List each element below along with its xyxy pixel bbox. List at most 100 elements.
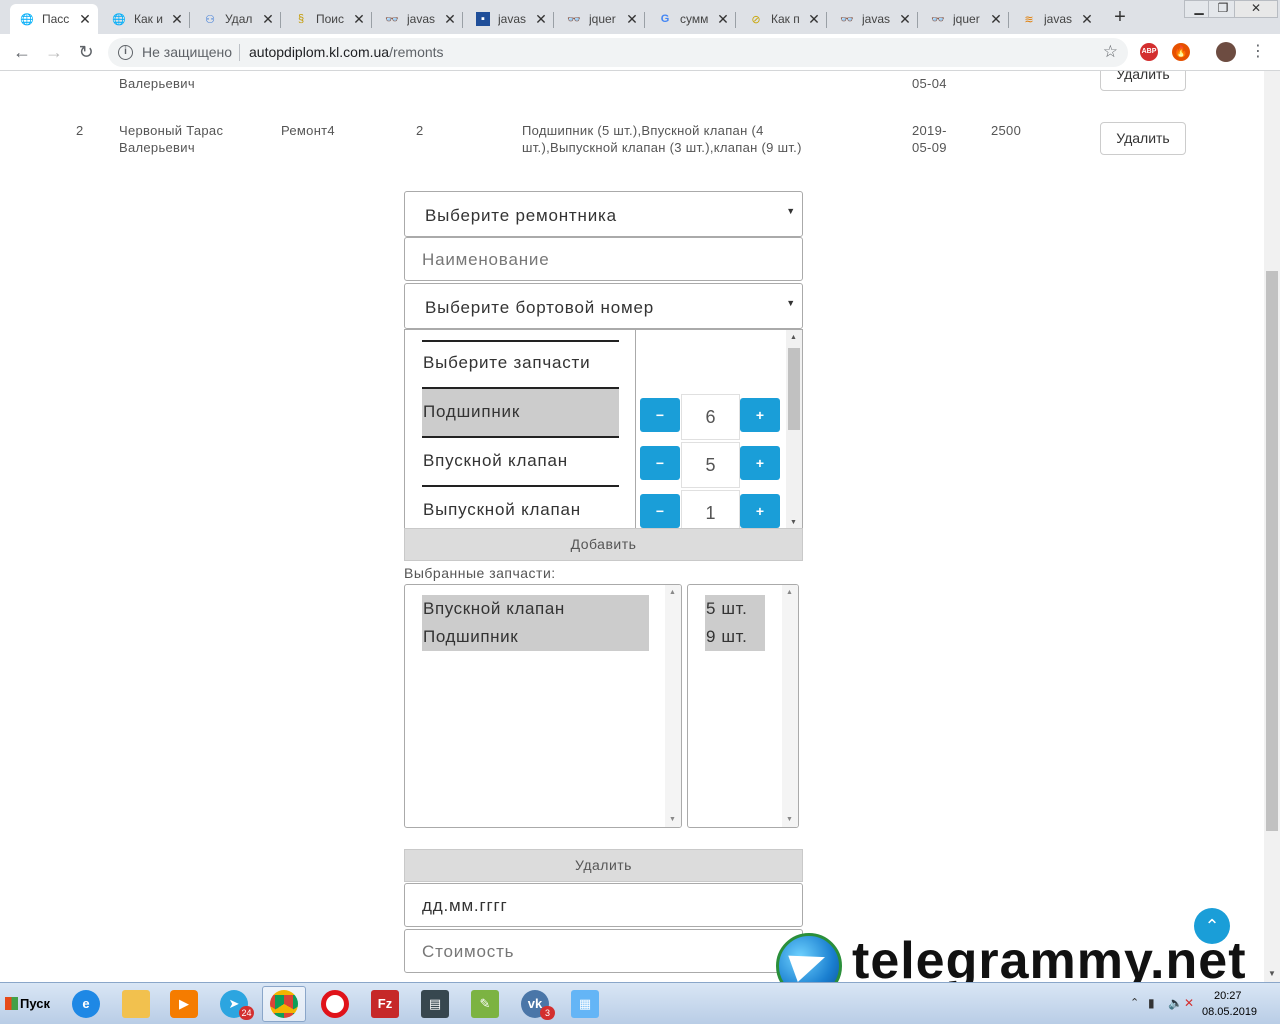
increment-button[interactable]: +	[740, 446, 780, 480]
tab-4[interactable]: § Поис ✕	[284, 4, 372, 34]
selected-parts-listbox[interactable]: Впускной клапан Подшипник ▲ ▼	[404, 584, 682, 828]
signal-icon[interactable]: ▮	[1148, 996, 1155, 1010]
avatar[interactable]	[1216, 42, 1236, 62]
taskbar-app-chrome[interactable]	[262, 986, 306, 1022]
tab-11[interactable]: 👓 jquer ✕	[921, 4, 1009, 34]
taskbar-app-telegram[interactable]: ➤ 24	[212, 986, 256, 1022]
listbox-scrollbar[interactable]: ▲ ▼	[782, 585, 798, 827]
page-scrollbar[interactable]: ▼	[1264, 71, 1280, 982]
scroll-down-icon[interactable]: ▼	[669, 816, 676, 823]
taskbar-app-explorer[interactable]	[114, 986, 158, 1022]
new-tab-button[interactable]: +	[1108, 6, 1132, 30]
panel-scrollbar[interactable]: ▲ ▼	[786, 330, 802, 528]
add-part-button[interactable]: Добавить	[404, 528, 803, 561]
scroll-down-icon[interactable]: ▼	[790, 519, 797, 526]
reload-button[interactable]: ↻	[74, 40, 98, 64]
forward-button[interactable]: →	[42, 40, 66, 64]
start-button[interactable]: Пуск	[2, 989, 54, 1019]
increment-button[interactable]: +	[740, 398, 780, 432]
url-text[interactable]: autopdiplom.kl.com.ua/remonts	[249, 44, 444, 60]
google-icon: G	[660, 13, 670, 25]
listbox-scrollbar[interactable]: ▲ ▼	[665, 585, 681, 827]
taskbar-app-opera[interactable]	[313, 986, 357, 1022]
close-icon[interactable]: ✕	[716, 11, 730, 28]
scroll-up-icon[interactable]: ▲	[786, 589, 793, 596]
quantity-field[interactable]: 1	[681, 490, 740, 528]
tab-5[interactable]: 👓 javas ✕	[375, 4, 463, 34]
name-input[interactable]: Наименование	[404, 237, 803, 281]
tab-1[interactable]: 🌐 Пасс ✕	[10, 4, 98, 34]
close-icon[interactable]: ✕	[352, 11, 366, 28]
part-option-placeholder[interactable]: Выберите запчасти	[422, 340, 619, 389]
cost-input[interactable]: Стоимость	[404, 929, 803, 973]
close-icon[interactable]: ✕	[989, 11, 1003, 28]
scroll-thumb[interactable]	[1266, 271, 1278, 831]
bookmark-star-icon[interactable]: ☆	[1103, 42, 1118, 62]
close-icon[interactable]: ✕	[625, 11, 639, 28]
close-icon[interactable]: ✕	[534, 11, 548, 28]
fire-extension-icon[interactable]: 🔥	[1172, 43, 1190, 61]
quantity-field[interactable]: 5	[681, 442, 740, 488]
tab-2[interactable]: 🌐 Как и ✕	[102, 4, 190, 34]
close-window-button[interactable]: ✕	[1234, 0, 1278, 18]
security-status[interactable]: Не защищено	[142, 44, 232, 60]
decrement-button[interactable]: −	[640, 446, 680, 480]
tab-6[interactable]: ▪ javas ✕	[466, 4, 554, 34]
close-icon[interactable]: ✕	[261, 11, 275, 28]
volume-icon[interactable]: 🔈	[1168, 996, 1183, 1010]
close-icon[interactable]: ✕	[170, 11, 184, 28]
part-option-exhaust-valve[interactable]: Выпускной клапан	[422, 487, 619, 528]
tab-10[interactable]: 👓 javas ✕	[830, 4, 918, 34]
list-item[interactable]: Впускной клапан	[422, 599, 565, 619]
close-icon[interactable]: ✕	[807, 11, 821, 28]
date-input[interactable]: дд.мм.гггг	[404, 883, 803, 927]
remove-part-button[interactable]: Удалить	[404, 849, 803, 882]
delete-row-button[interactable]: Удалить	[1100, 122, 1186, 155]
close-icon[interactable]: ✕	[898, 11, 912, 28]
tab-12[interactable]: ≋ javas ✕	[1012, 4, 1100, 34]
adblock-icon[interactable]: ABP	[1140, 43, 1158, 61]
parts-panel[interactable]: Выберите запчасти Подшипник Впускной кла…	[404, 329, 803, 529]
delete-row-button[interactable]: Удалить	[1100, 71, 1186, 91]
taskbar-app-vk[interactable]: vk 3	[513, 986, 557, 1022]
taskbar-app-notepadpp[interactable]: ✎	[463, 986, 507, 1022]
tab-8[interactable]: G сумм ✕	[648, 4, 736, 34]
scroll-thumb[interactable]	[788, 348, 800, 430]
tray-expand-icon[interactable]: ⌃	[1130, 996, 1139, 1009]
list-item[interactable]: 9 шт.	[705, 627, 747, 647]
menu-icon[interactable]: ⋮	[1246, 40, 1270, 64]
part-option-intake-valve[interactable]: Впускной клапан	[422, 438, 619, 487]
decrement-button[interactable]: −	[640, 398, 680, 432]
address-bar[interactable]: i Не защищено autopdiplom.kl.com.ua/remo…	[108, 38, 1128, 67]
info-icon[interactable]: i	[118, 45, 133, 60]
taskbar-app-filezilla[interactable]: Fz	[363, 986, 407, 1022]
tab-3[interactable]: ⚇ Удал ✕	[193, 4, 281, 34]
scroll-down-icon[interactable]: ▼	[786, 816, 793, 823]
scroll-up-icon[interactable]: ▲	[669, 589, 676, 596]
board-number-select[interactable]: Выберите бортовой номер ▼	[404, 283, 803, 329]
quantity-field[interactable]: 6	[681, 394, 740, 440]
list-item[interactable]: 5 шт.	[705, 599, 747, 619]
taskbar-app-media[interactable]: ▶	[162, 986, 206, 1022]
taskbar-app-ie[interactable]: e	[64, 986, 108, 1022]
repairman-select[interactable]: Выберите ремонтника ▼	[404, 191, 803, 237]
back-button[interactable]: ←	[10, 40, 34, 64]
clock-date[interactable]: 08.05.2019	[1202, 1006, 1257, 1018]
decrement-button[interactable]: −	[640, 494, 680, 528]
clock-time[interactable]: 20:27	[1214, 990, 1242, 1002]
part-option-bearing[interactable]: Подшипник	[422, 389, 619, 438]
taskbar-app-terminal[interactable]: ▤	[413, 986, 457, 1022]
close-icon[interactable]: ✕	[443, 11, 457, 28]
scroll-down-icon[interactable]: ▼	[1268, 969, 1276, 978]
close-icon[interactable]: ✕	[78, 11, 92, 28]
increment-button[interactable]: +	[740, 494, 780, 528]
tab-7[interactable]: 👓 jquer ✕	[557, 4, 645, 34]
taskbar-app-control-panel[interactable]: ▦	[563, 986, 607, 1022]
list-item[interactable]: Подшипник	[422, 627, 518, 647]
scroll-up-icon[interactable]: ▲	[790, 334, 797, 341]
tab-9[interactable]: ⊘ Как п ✕	[739, 4, 827, 34]
network-error-icon[interactable]: ✕	[1184, 996, 1194, 1010]
parts-list[interactable]: Выберите запчасти Подшипник Впускной кла…	[405, 330, 636, 528]
close-icon[interactable]: ✕	[1080, 11, 1094, 28]
selected-quantities-listbox[interactable]: 5 шт. 9 шт. ▲ ▼	[687, 584, 799, 828]
